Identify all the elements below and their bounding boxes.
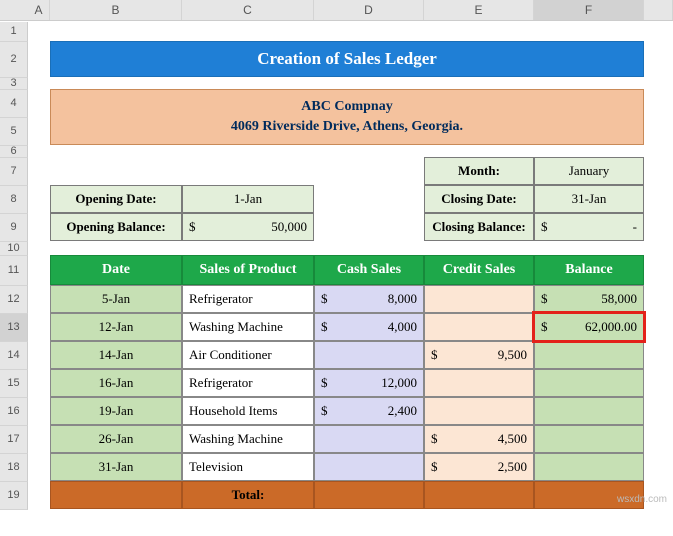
row-headers: 1 2 3 4 5 6 7 8 9 10 11 12 13 14 15 16 1… (0, 22, 28, 510)
row-head-7[interactable]: 7 (0, 158, 28, 186)
col-head-C[interactable]: C (182, 0, 314, 20)
th-product: Sales of Product (182, 255, 314, 285)
cell-credit[interactable]: $9,500 (424, 341, 534, 369)
cell-balance[interactable]: $62,000.00 (534, 313, 644, 341)
opening-balance-value[interactable]: $50,000 (182, 213, 314, 241)
total-spacer (50, 481, 182, 509)
row-head-12[interactable]: 12 (0, 286, 28, 314)
row-head-15[interactable]: 15 (0, 370, 28, 398)
cell-balance[interactable] (534, 425, 644, 453)
cell-date[interactable]: 26-Jan (50, 425, 182, 453)
total-label: Total: (182, 481, 314, 509)
row-head-1[interactable]: 1 (0, 22, 28, 42)
cell-cash[interactable]: $8,000 (314, 285, 424, 313)
cell-product[interactable]: Washing Machine (182, 313, 314, 341)
cell-balance[interactable] (534, 369, 644, 397)
th-balance: Balance (534, 255, 644, 285)
row-head-14[interactable]: 14 (0, 342, 28, 370)
cell-product[interactable]: Refrigerator (182, 285, 314, 313)
column-headers: A B C D E F (0, 0, 673, 21)
col-head-D[interactable]: D (314, 0, 424, 20)
row-head-8[interactable]: 8 (0, 186, 28, 214)
row-head-9[interactable]: 9 (0, 214, 28, 242)
col-head-F[interactable]: F (534, 0, 644, 20)
col-head-B[interactable]: B (50, 0, 182, 20)
row-head-11[interactable]: 11 (0, 256, 28, 286)
row-head-2[interactable]: 2 (0, 42, 28, 78)
cell-date[interactable]: 31-Jan (50, 453, 182, 481)
total-cash[interactable] (314, 481, 424, 509)
cell-credit[interactable] (424, 285, 534, 313)
col-head-blank (644, 0, 673, 20)
cell-balance[interactable] (534, 453, 644, 481)
cell-credit[interactable] (424, 313, 534, 341)
row-head-18[interactable]: 18 (0, 454, 28, 482)
cell-product[interactable]: Television (182, 453, 314, 481)
opening-date-label: Opening Date: (50, 185, 182, 213)
cell-balance[interactable] (534, 397, 644, 425)
cell-balance[interactable] (534, 341, 644, 369)
row-head-5[interactable]: 5 (0, 118, 28, 146)
th-date: Date (50, 255, 182, 285)
cell-product[interactable]: Washing Machine (182, 425, 314, 453)
spreadsheet: A B C D E F 1 2 3 4 5 6 7 8 9 10 11 12 1… (0, 0, 673, 509)
cell-date[interactable]: 12-Jan (50, 313, 182, 341)
row-head-6[interactable]: 6 (0, 146, 28, 158)
row-head-4[interactable]: 4 (0, 90, 28, 118)
company-name: ABC Compnay (301, 99, 392, 115)
cell-product[interactable]: Household Items (182, 397, 314, 425)
watermark: wsxdn.com (617, 494, 667, 505)
cell-cash[interactable]: $2,400 (314, 397, 424, 425)
opening-balance-label: Opening Balance: (50, 213, 182, 241)
month-label: Month: (424, 157, 534, 185)
cell-credit[interactable] (424, 397, 534, 425)
cell-credit[interactable]: $4,500 (424, 425, 534, 453)
grid-body: Creation of Sales Ledger ABC Compnay 406… (28, 21, 673, 509)
cell-date[interactable]: 16-Jan (50, 369, 182, 397)
row-head-17[interactable]: 17 (0, 426, 28, 454)
cell-date[interactable]: 19-Jan (50, 397, 182, 425)
row-head-13[interactable]: 13 (0, 314, 28, 342)
cell-cash[interactable] (314, 453, 424, 481)
cell-product[interactable]: Refrigerator (182, 369, 314, 397)
company-address: 4069 Riverside Drive, Athens, Georgia. (231, 119, 463, 135)
row-head-10[interactable]: 10 (0, 242, 28, 256)
cell-cash[interactable]: $12,000 (314, 369, 424, 397)
cell-cash[interactable]: $4,000 (314, 313, 424, 341)
row-head-19[interactable]: 19 (0, 482, 28, 510)
row-head-3[interactable]: 3 (0, 78, 28, 90)
cell-date[interactable]: 14-Jan (50, 341, 182, 369)
opening-date-value[interactable]: 1-Jan (182, 185, 314, 213)
page-title: Creation of Sales Ledger (50, 41, 644, 77)
cell-cash[interactable] (314, 425, 424, 453)
cell-cash[interactable] (314, 341, 424, 369)
total-credit[interactable] (424, 481, 534, 509)
row-head-16[interactable]: 16 (0, 398, 28, 426)
company-box: ABC Compnay 4069 Riverside Drive, Athens… (50, 89, 644, 145)
closing-date-label: Closing Date: (424, 185, 534, 213)
cell-date[interactable]: 5-Jan (50, 285, 182, 313)
col-head-E[interactable]: E (424, 0, 534, 20)
month-value[interactable]: January (534, 157, 644, 185)
closing-date-value[interactable]: 31-Jan (534, 185, 644, 213)
cell-credit[interactable]: $2,500 (424, 453, 534, 481)
col-head-A[interactable]: A (28, 0, 50, 20)
closing-balance-label: Closing Balance: (424, 213, 534, 241)
th-credit: Credit Sales (424, 255, 534, 285)
cell-credit[interactable] (424, 369, 534, 397)
th-cash: Cash Sales (314, 255, 424, 285)
closing-balance-value[interactable]: $- (534, 213, 644, 241)
cell-balance[interactable]: $58,000 (534, 285, 644, 313)
cell-product[interactable]: Air Conditioner (182, 341, 314, 369)
